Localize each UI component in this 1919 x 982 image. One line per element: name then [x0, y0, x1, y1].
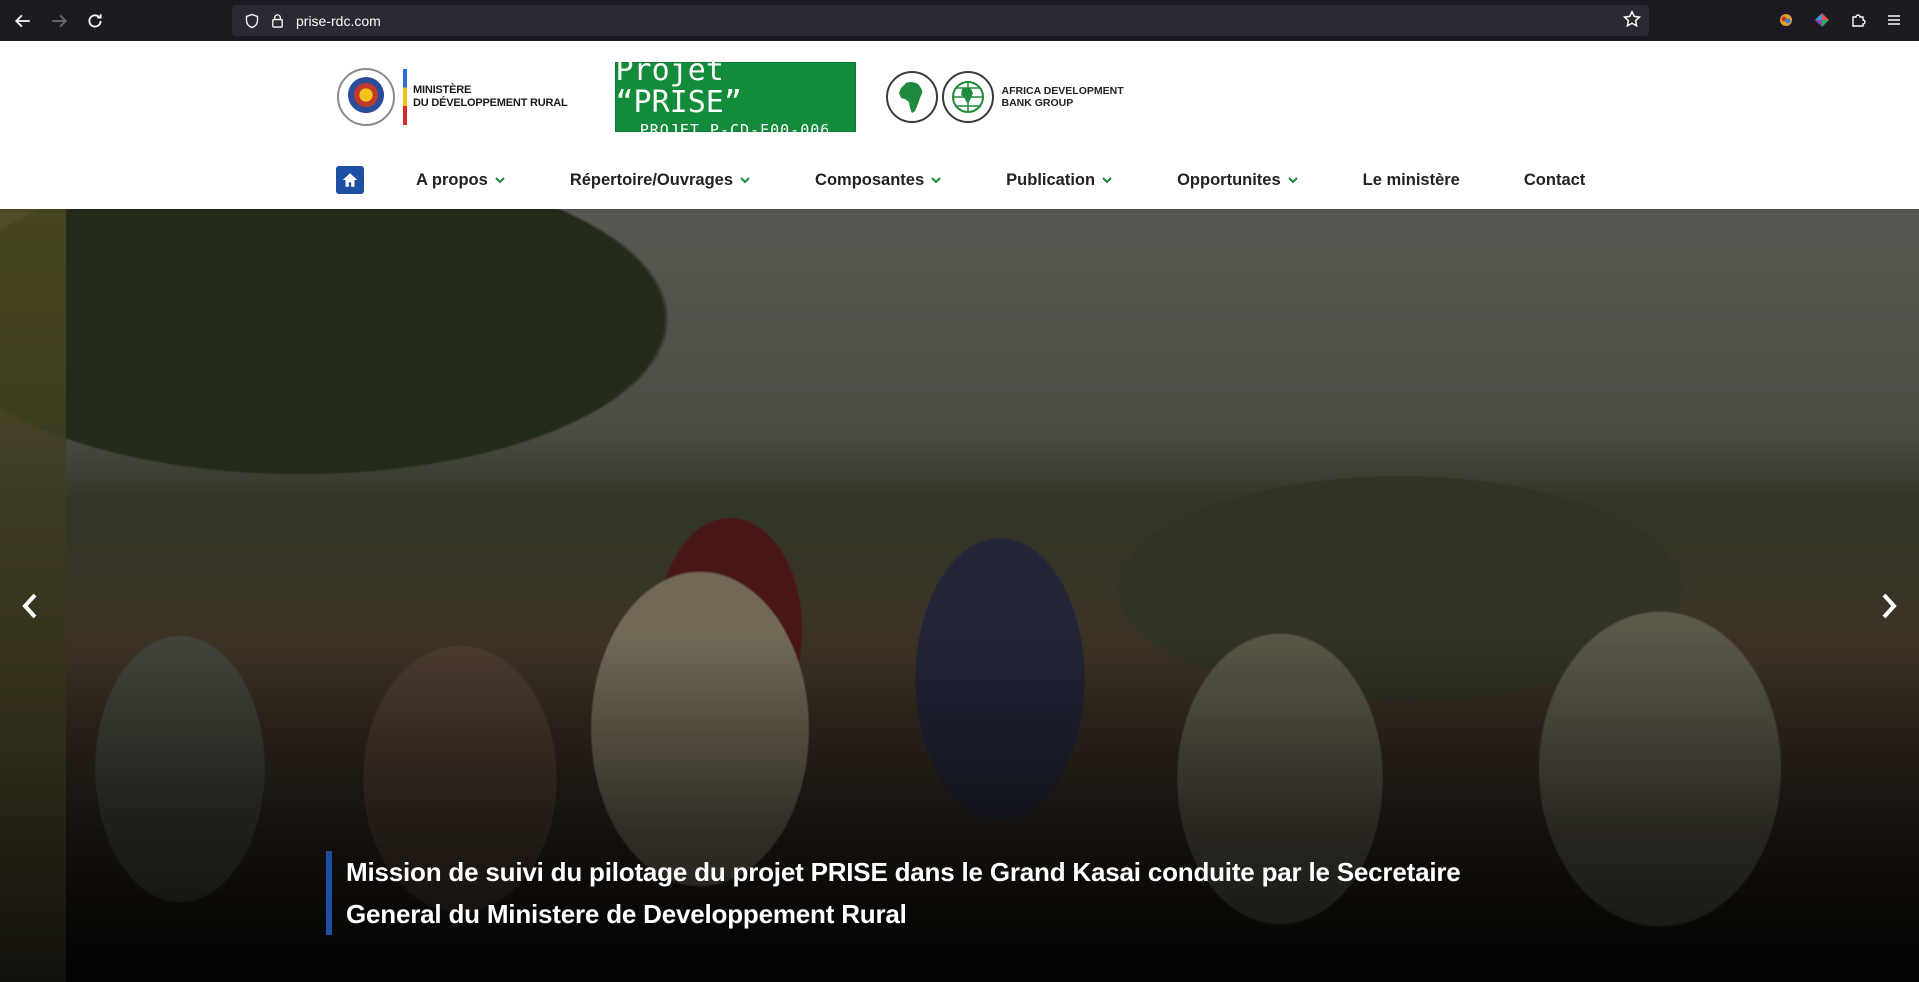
ministry-name: MINISTÈRE DU DÉVELOPPEMENT RURAL: [413, 84, 568, 110]
nav-item-repertoire-ouvrages[interactable]: Répertoire/Ouvrages: [570, 171, 751, 190]
nav-item-label: A propos: [416, 170, 488, 189]
chevron-down-icon: [1101, 174, 1113, 186]
prise-title: Projet “PRISE”: [615, 53, 742, 120]
nav-item-opportunites[interactable]: Opportunites: [1177, 171, 1299, 190]
lock-icon[interactable]: [266, 13, 288, 28]
chevron-left-icon: [22, 593, 37, 619]
nav-item-contact[interactable]: Contact: [1524, 171, 1585, 190]
nav-item-label: Publication: [1006, 170, 1096, 189]
nav-item-le-ministere[interactable]: Le ministère: [1363, 171, 1460, 190]
slide-caption: Mission de suivi du pilotage du projet P…: [326, 851, 1626, 935]
globe-emblem-icon: [941, 71, 994, 123]
afdb-name: AFRICA DEVELOPMENT BANK GROUP: [1002, 85, 1124, 109]
back-arrow-icon: [14, 14, 30, 27]
shield-icon[interactable]: [238, 13, 266, 29]
afdb-name-line2: BANK GROUP: [1001, 97, 1074, 109]
chevron-down-icon: [1287, 174, 1299, 186]
prise-project-logo[interactable]: Projet “PRISE” PROJET P-CD-E00-006: [614, 55, 856, 139]
address-bar[interactable]: prise-rdc.com: [232, 5, 1649, 36]
flag-stripe: [403, 69, 407, 125]
back-button[interactable]: [5, 3, 41, 39]
site-header: MINISTÈRE DU DÉVELOPPEMENT RURAL Projet …: [0, 41, 1919, 209]
main-navigation: A propos Répertoire/Ouvrages Composantes…: [336, 165, 1585, 195]
nav-item-composantes[interactable]: Composantes: [815, 171, 942, 190]
forward-arrow-icon: [52, 14, 68, 27]
ministry-logo[interactable]: MINISTÈRE DU DÉVELOPPEMENT RURAL: [337, 65, 568, 129]
reload-button[interactable]: [77, 3, 113, 39]
chevron-right-icon: [1882, 593, 1897, 619]
afdb-logo[interactable]: AFRICA DEVELOPMENT BANK GROUP: [885, 71, 1124, 123]
nav-item-label: Composantes: [815, 170, 925, 189]
chevron-down-icon: [739, 174, 751, 186]
ministry-name-line1: MINISTÈRE: [413, 84, 472, 96]
coat-of-arms-icon: [337, 68, 395, 126]
browser-toolbar: prise-rdc.com: [0, 0, 1919, 41]
nav-item-publication[interactable]: Publication: [1006, 171, 1113, 190]
hero-slider: Mission de suivi du pilotage du projet P…: [0, 209, 1919, 982]
nav-item-label: Le ministère: [1362, 170, 1460, 189]
slider-next-button[interactable]: [1869, 581, 1909, 631]
home-button[interactable]: [336, 166, 364, 194]
slider-prev-button[interactable]: [10, 581, 50, 631]
bookmark-star-icon[interactable]: [1622, 9, 1642, 33]
ministry-name-line2: DU DÉVELOPPEMENT RURAL: [413, 97, 568, 109]
afdb-name-line1: AFRICA DEVELOPMENT: [1001, 85, 1124, 97]
slide-caption-line2: General du Ministere de Developpement Ru…: [346, 899, 907, 929]
extensions-puzzle-icon[interactable]: [1847, 9, 1869, 31]
slide-caption-line1: Mission de suivi du pilotage du projet P…: [346, 857, 1461, 887]
prise-subtitle: PROJET P-CD-E00-006: [639, 121, 831, 139]
logo-row: MINISTÈRE DU DÉVELOPPEMENT RURAL Projet …: [337, 55, 1124, 139]
nav-item-label: Opportunites: [1177, 170, 1281, 189]
forward-button[interactable]: [41, 3, 77, 39]
extension-colorful-icon[interactable]: [1775, 9, 1797, 31]
nav-item-a-propos[interactable]: A propos: [416, 171, 506, 190]
home-icon: [342, 173, 358, 187]
menu-hamburger-icon[interactable]: [1883, 9, 1905, 31]
nav-item-label: Contact: [1523, 170, 1586, 189]
extension-diamond-icon[interactable]: [1811, 9, 1833, 31]
reload-icon: [88, 13, 102, 27]
africa-map-icon: [885, 71, 938, 123]
url-text[interactable]: prise-rdc.com: [296, 13, 381, 29]
nav-item-label: Répertoire/Ouvrages: [569, 170, 734, 189]
chevron-down-icon: [494, 174, 506, 186]
chevron-down-icon: [930, 174, 942, 186]
